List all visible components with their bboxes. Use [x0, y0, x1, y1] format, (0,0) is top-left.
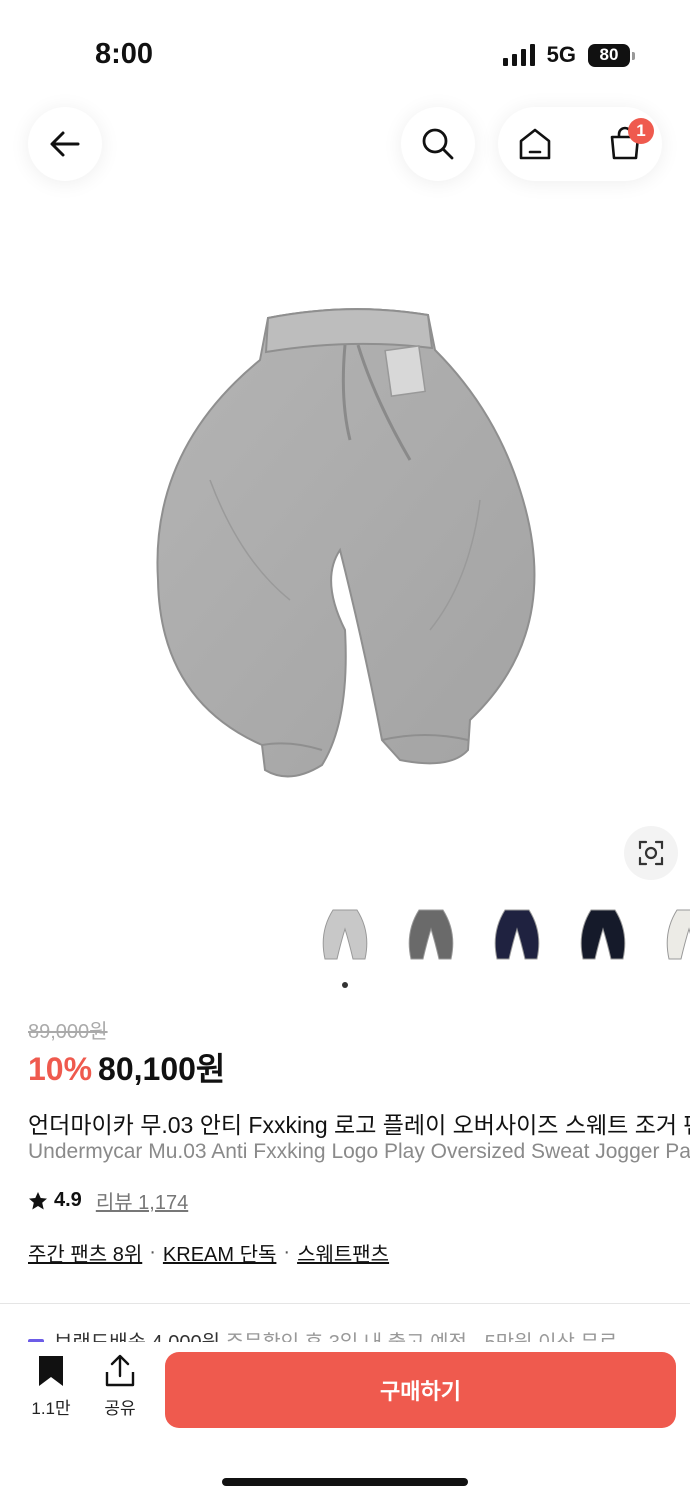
delivery-sub: 주문확인 후 3일 내 출고 예정 · 5만원 이상 무료 [226, 1332, 618, 1342]
thumbnail-strip [310, 898, 690, 978]
back-button[interactable] [28, 107, 102, 181]
network-type: 5G [546, 42, 576, 67]
buy-button[interactable]: 구매하기 [165, 1352, 676, 1428]
battery-icon: 80 [588, 43, 635, 67]
thumbnail-black[interactable] [568, 898, 638, 976]
product-title-en: Undermycar Mu.03 Anti Fxxking Logo Play … [28, 1140, 690, 1163]
rating-row: 4.9 리뷰 1,174 [28, 1186, 188, 1215]
cart-button[interactable] [588, 107, 662, 181]
product-title-ko: 언더마이카 무.03 안티 Fxxking 로고 플레이 오버사이즈 스웨트 조… [28, 1112, 690, 1138]
thumbnail-gray[interactable] [310, 898, 380, 976]
battery-level: 80 [599, 45, 619, 64]
status-time: 8:00 [95, 38, 154, 70]
tag-separator: · [283, 1241, 291, 1263]
search-icon [422, 128, 454, 160]
thumbnail-navy[interactable] [482, 898, 552, 976]
delivery-main: 브랜드배송 4,000원 [54, 1332, 220, 1342]
visual-search-button[interactable] [624, 826, 678, 880]
tags-row: 주간 팬츠 8위 · KREAM 단독 · 스웨트팬츠 [28, 1238, 389, 1267]
review-link[interactable]: 리뷰 1,174 [96, 1186, 188, 1215]
sweatpants-image [156, 308, 536, 778]
home-indicator [222, 1478, 468, 1486]
sale-price: 80,100원 [98, 1051, 226, 1087]
arrow-left-icon [50, 131, 80, 157]
share-label: 공유 [104, 1399, 136, 1418]
section-divider [0, 1303, 690, 1304]
share-icon [105, 1354, 135, 1387]
tag-separator: · [149, 1241, 156, 1263]
thumbnail-ivory[interactable] [654, 898, 690, 976]
signal-icon [502, 44, 535, 66]
thumbnail-charcoal[interactable] [396, 898, 466, 976]
tag-category[interactable]: 스웨트팬츠 [297, 1238, 389, 1267]
star-icon [29, 1191, 47, 1209]
thumbnail-pants-icon [580, 909, 626, 960]
thumbnail-pants-icon [408, 909, 454, 960]
lens-icon [638, 840, 664, 866]
tag-weekly-rank[interactable]: 주간 팬츠 8위 [28, 1238, 142, 1267]
thumbnail-pants-icon [666, 909, 690, 960]
product-image[interactable] [150, 300, 570, 790]
rating-value: 4.9 [54, 1189, 82, 1211]
delivery-info[interactable]: 브랜드배송 4,000원 주문확인 후 3일 내 출고 예정 · 5만원 이상 … [28, 1326, 690, 1342]
share-button[interactable]: 공유 [90, 1354, 150, 1419]
status-indicators: 5G 80 [502, 42, 635, 68]
bottom-action-bar: 1.1만 공유 구매하기 [0, 1342, 690, 1500]
bookmark-icon [39, 1356, 63, 1386]
home-icon [519, 128, 551, 160]
thumbnail-pants-icon [322, 909, 368, 960]
thumbnail-pants-icon [494, 909, 540, 960]
price-row: 10% 80,100원 [28, 1044, 225, 1090]
tag-exclusive[interactable]: KREAM 단독 [163, 1238, 276, 1267]
home-button[interactable] [498, 107, 572, 181]
original-price: 89,000원 [28, 1021, 108, 1043]
search-button[interactable] [401, 107, 475, 181]
cart-badge: 1 [628, 118, 654, 144]
image-pagination-dot [342, 982, 348, 988]
bookmark-count: 1.1만 [31, 1399, 71, 1418]
status-bar: 8:00 5G 80 [0, 0, 690, 100]
bookmark-button[interactable]: 1.1만 [21, 1354, 81, 1419]
discount-rate: 10% [28, 1051, 93, 1087]
